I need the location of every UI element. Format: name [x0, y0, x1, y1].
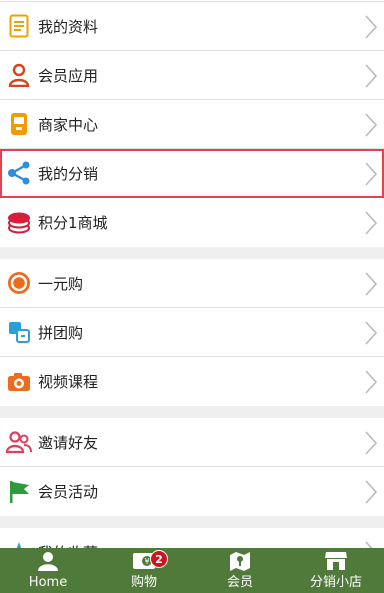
chevron-right-icon: [364, 63, 378, 93]
tab-label: Home: [28, 575, 68, 590]
section-gap: [0, 406, 384, 418]
camera-icon: [0, 357, 38, 406]
menu-item-label: 会员活动: [38, 483, 99, 501]
chevron-right-icon: [364, 320, 378, 350]
one-yuan-circle-icon: [0, 259, 38, 308]
menu-item-label: 商家中心: [38, 115, 99, 134]
chevron-right-icon: [364, 14, 378, 44]
chevron-right-icon: [364, 271, 378, 301]
bottom-tab-bar: Home ¥ 2 购物 会员 分销小店: [0, 548, 384, 593]
shop-icon: [324, 551, 348, 575]
tab-label: 会员: [226, 575, 253, 590]
menu-group-account: 我的资料 会员应用 商家中心 我的分销 积分1商城: [0, 2, 384, 247]
section-gap: [0, 516, 384, 528]
chevron-right-icon: [364, 210, 378, 240]
menu-item-label: 会员应用: [38, 66, 99, 85]
menu-item-label: 我的分销: [38, 164, 99, 183]
flag-icon: [0, 467, 38, 516]
tab-distribution-shop[interactable]: 分销小店: [288, 548, 384, 593]
menu-group-social: 邀请好友 会员活动: [0, 418, 384, 516]
tab-shopping[interactable]: ¥ 2 购物: [96, 548, 192, 593]
points-coins-icon: [0, 198, 38, 247]
menu-item-member-apps[interactable]: 会员应用: [0, 51, 384, 100]
member-center-page: 我的资料 会员应用 商家中心 我的分销 积分1商城 一元购 拼团购 视频课程 邀…: [0, 0, 384, 593]
menu-item-invite-friends[interactable]: 邀请好友: [0, 418, 384, 467]
cart-count-badge: 2: [150, 550, 168, 568]
menu-item-label: 积分1商城: [38, 214, 108, 232]
profile-doc-icon: [0, 2, 38, 51]
chevron-right-icon: [364, 369, 378, 399]
menu-item-label: 一元购: [38, 274, 84, 293]
tab-home[interactable]: Home: [0, 548, 96, 593]
menu-item-merchant-center[interactable]: 商家中心: [0, 100, 384, 149]
chevron-right-icon: [364, 161, 378, 191]
menu-item-my-distribution[interactable]: 我的分销: [0, 149, 384, 198]
merchant-icon: [0, 100, 38, 149]
chevron-right-icon: [364, 479, 378, 509]
member-user-icon: [0, 51, 38, 100]
menu-item-group-buy[interactable]: 拼团购: [0, 308, 384, 357]
tab-member[interactable]: 会员: [192, 548, 288, 593]
home-person-icon: [37, 551, 59, 575]
menu-item-label: 我的资料: [38, 17, 99, 36]
menu-item-member-activities[interactable]: 会员活动: [0, 467, 384, 516]
group-buy-icon: [0, 308, 38, 357]
invite-friends-icon: [0, 418, 38, 467]
tab-label: 分销小店: [309, 575, 362, 590]
menu-item-one-yuan-buy[interactable]: 一元购: [0, 259, 384, 308]
menu-item-points-mall[interactable]: 积分1商城: [0, 198, 384, 247]
menu-group-shopping: 一元购 拼团购 视频课程: [0, 259, 384, 406]
share-icon: [0, 149, 38, 198]
tab-label: 购物: [130, 575, 157, 590]
menu-item-video-courses[interactable]: 视频课程: [0, 357, 384, 406]
menu-item-label: 视频课程: [38, 373, 99, 391]
menu-item-label: 拼团购: [38, 323, 84, 342]
svg-text:¥: ¥: [144, 557, 149, 566]
chevron-right-icon: [364, 112, 378, 142]
member-map-icon: [229, 551, 251, 575]
section-gap: [0, 247, 384, 259]
menu-item-label: 邀请好友: [38, 433, 99, 452]
menu-item-my-profile[interactable]: 我的资料: [0, 2, 384, 51]
chevron-right-icon: [364, 430, 378, 460]
